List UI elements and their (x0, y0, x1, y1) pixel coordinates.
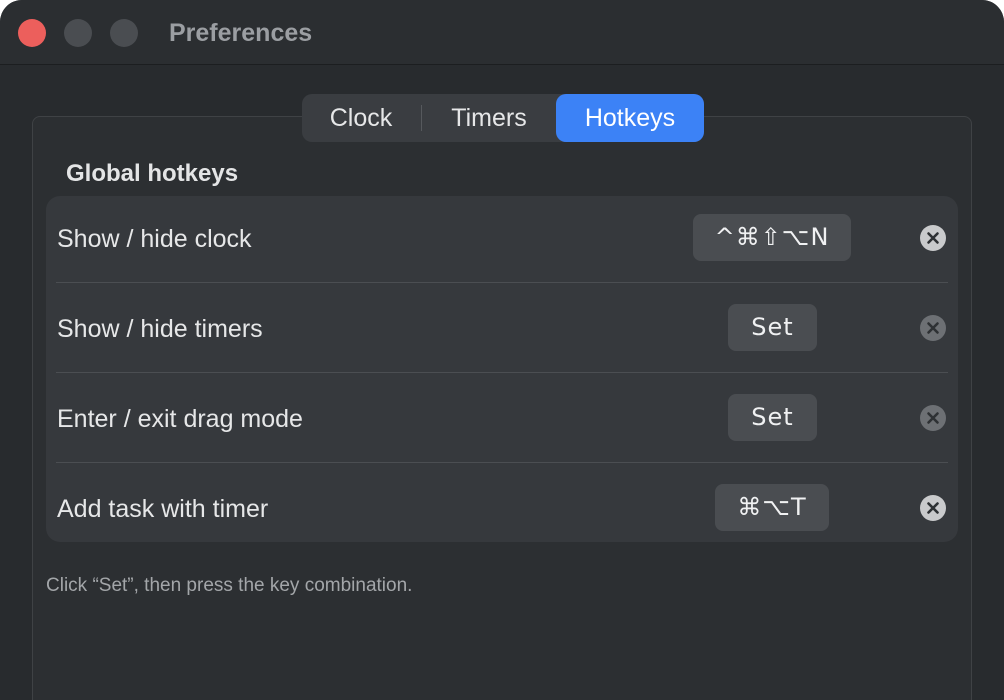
shortcut-recorder-button[interactable]: ⌘⌥T (715, 484, 829, 531)
hotkey-label: Enter / exit drag mode (57, 405, 303, 433)
row-divider (56, 462, 948, 463)
tab-bar: Clock Timers Hotkeys (302, 94, 704, 142)
close-window-button[interactable] (18, 19, 46, 47)
hotkey-label: Show / hide timers (57, 315, 263, 343)
set-shortcut-button[interactable]: Set (728, 394, 817, 441)
hotkey-label: Show / hide clock (57, 225, 252, 253)
hint-text: Click “Set”, then press the key combinat… (46, 575, 413, 596)
x-circle-icon[interactable] (920, 405, 946, 431)
hotkey-row-show-hide-clock: Show / hide clock ^⌘⇧⌥N (46, 196, 958, 286)
x-circle-icon[interactable] (920, 315, 946, 341)
preferences-window: Preferences Clock Timers Hotkeys Global … (0, 0, 1004, 700)
title-bar: Preferences (0, 0, 1004, 65)
x-circle-icon[interactable] (920, 225, 946, 251)
x-circle-icon[interactable] (920, 495, 946, 521)
set-shortcut-button[interactable]: Set (728, 304, 817, 351)
hotkey-label: Add task with timer (57, 495, 269, 523)
tab-hotkeys[interactable]: Hotkeys (556, 94, 704, 142)
tab-clock[interactable]: Clock (302, 94, 420, 142)
hotkey-row-show-hide-timers: Show / hide timers Set (46, 286, 958, 376)
hotkeys-list: Show / hide clock ^⌘⇧⌥N Show / hide time… (46, 196, 958, 542)
minimize-window-button[interactable] (64, 19, 92, 47)
hotkey-row-add-task: Add task with timer ⌘⌥T (46, 466, 958, 556)
row-divider (56, 372, 948, 373)
shortcut-recorder-button[interactable]: ^⌘⇧⌥N (693, 214, 851, 261)
section-heading: Global hotkeys (66, 160, 239, 187)
row-divider (56, 282, 948, 283)
hotkey-row-drag-mode: Enter / exit drag mode Set (46, 376, 958, 466)
tab-timers[interactable]: Timers (422, 94, 556, 142)
window-title: Preferences (169, 19, 313, 47)
zoom-window-button[interactable] (110, 19, 138, 47)
